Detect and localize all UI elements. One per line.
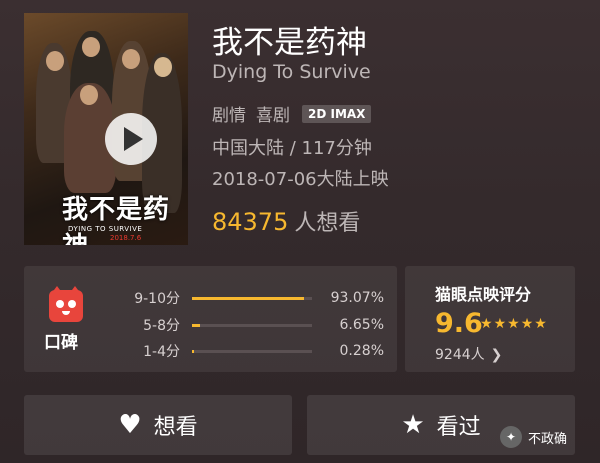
heart-icon: ♥ [118, 410, 142, 440]
genre-row: 剧情 喜剧 2D IMAX [212, 101, 372, 126]
star-icon: ★ [401, 410, 425, 440]
region-duration: 中国大陆 / 117分钟 [212, 138, 372, 159]
distribution-row: 1-4分 0.28% [122, 340, 392, 362]
release-date: 2018-07-06大陆上映 [212, 169, 389, 190]
distribution-range: 9-10分 [134, 291, 180, 307]
koubei-label: 口碑 [44, 333, 78, 353]
star-icon: ★ [507, 316, 520, 332]
poster-face [46, 51, 64, 71]
wechat-icon: ✦ [500, 426, 522, 448]
distribution-percent: 0.28% [339, 343, 384, 359]
star-icon: ★ [493, 316, 507, 332]
poster-face [82, 37, 100, 57]
watermark-text: 不政确 [528, 431, 568, 447]
star-icon: ★ [534, 316, 547, 332]
distribution-bar [192, 349, 312, 353]
play-icon [124, 127, 143, 151]
poster-title-en: DYING TO SURVIVE [68, 225, 143, 233]
distribution-range: 1-4分 [143, 344, 180, 360]
score-title: 猫眼点映评分 [435, 285, 532, 304]
rating-count-link[interactable]: 9244人 ❯ [435, 344, 502, 364]
koubei-card[interactable]: 口碑 9-10分 93.07% 5-8分 6.65% 1-4分 0.28% [24, 266, 397, 372]
wish-count-label: 人想看 [294, 211, 361, 236]
distribution-fill [192, 323, 200, 327]
star-rating: ★ ★ ★ ★ ★ [480, 316, 548, 332]
wish-count-number: 84375 [212, 208, 289, 236]
distribution-row: 9-10分 93.07% [122, 287, 392, 309]
poster-face [80, 85, 98, 105]
distribution-fill [192, 349, 194, 353]
want-to-watch-button[interactable]: ♥ 想看 [24, 395, 292, 455]
watched-label: 看过 [436, 415, 481, 440]
poster-date: 2018.7.6 [110, 234, 142, 242]
movie-title-en: Dying To Survive [212, 61, 371, 83]
distribution-bar [192, 296, 312, 300]
score-card[interactable]: 猫眼点映评分 9.6 ★ ★ ★ ★ ★ 9244人 ❯ [405, 266, 575, 372]
wish-count: 84375 人想看 [212, 205, 360, 237]
chevron-right-icon: ❯ [490, 347, 503, 363]
play-button[interactable] [105, 113, 157, 165]
poster-face [154, 57, 172, 77]
movie-title: 我不是药神 [212, 25, 367, 61]
distribution-fill [192, 296, 304, 300]
movie-poster[interactable]: 我不是药神 DYING TO SURVIVE 2018.7.6 [24, 13, 188, 245]
score-value: 9.6 [435, 308, 483, 339]
poster-face [122, 49, 140, 69]
cat-logo-icon [49, 286, 83, 322]
rating-count: 9244人 [435, 347, 485, 363]
want-to-watch-label: 想看 [153, 415, 198, 440]
watermark: ✦ 不政确 [500, 426, 567, 448]
star-icon: ★ [480, 316, 493, 332]
format-badge: 2D IMAX [302, 104, 372, 123]
genre-tag: 喜剧 [256, 106, 290, 126]
distribution-bar [192, 323, 312, 327]
distribution-percent: 93.07% [330, 290, 384, 306]
distribution-row: 5-8分 6.65% [122, 314, 392, 336]
star-icon: ★ [520, 316, 534, 332]
distribution-range: 5-8分 [143, 318, 180, 334]
distribution-percent: 6.65% [339, 317, 384, 333]
genre-tag: 剧情 [212, 106, 246, 126]
